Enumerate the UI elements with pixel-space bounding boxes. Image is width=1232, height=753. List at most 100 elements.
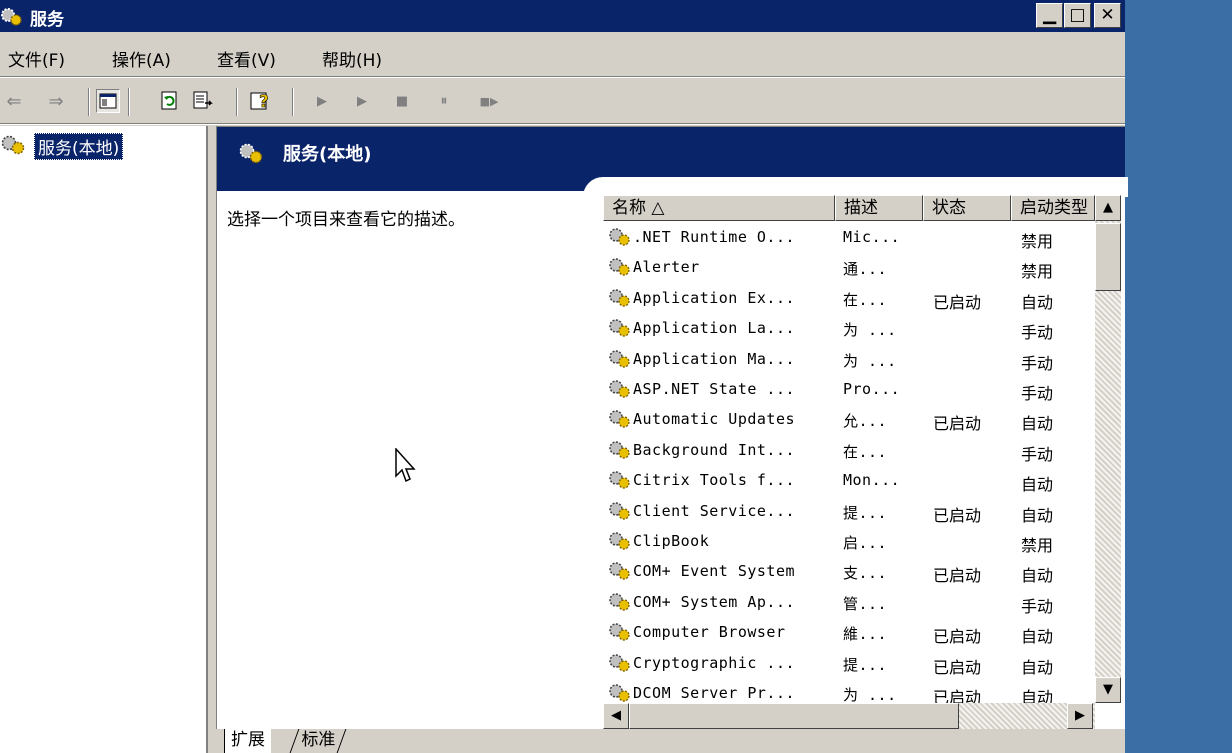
tree-node-services-local[interactable]: 服务(本地) <box>0 133 124 160</box>
scroll-down-button[interactable]: ▼ <box>1095 677 1121 703</box>
table-row[interactable]: Background Int... 在... 手动 <box>603 436 1093 466</box>
table-row[interactable]: .NET Runtime O... Mic... 禁用 <box>603 223 1093 253</box>
service-name: ClipBook <box>633 532 710 550</box>
service-startup-type: 禁用 <box>1021 232 1054 251</box>
service-description: Mon... <box>843 471 901 490</box>
service-gear-icon <box>607 317 633 343</box>
column-header-description[interactable]: 描述 <box>835 195 923 221</box>
service-startup-type: 手动 <box>1021 444 1054 464</box>
service-description: 管... <box>843 594 888 613</box>
service-status: 已启动 <box>933 292 982 312</box>
horizontal-scroll-thumb[interactable] <box>629 703 959 729</box>
tab-standard[interactable]: 标准 <box>289 729 347 753</box>
service-name: .NET Runtime O... <box>633 228 796 246</box>
table-row[interactable]: Application Ex... 在... 已启动 自动 <box>603 284 1093 314</box>
service-name: Client Service... <box>633 501 796 520</box>
service-name: Application Ma... <box>633 349 796 368</box>
service-startup-type: 自动 <box>1021 688 1054 703</box>
start-service-icon[interactable]: ▶ <box>310 89 334 113</box>
table-row[interactable]: Computer Browser 維... 已启动 自动 <box>603 618 1093 648</box>
horizontal-scrollbar[interactable]: ◀ ▶ <box>603 703 1095 729</box>
show-hide-tree-icon[interactable] <box>96 89 120 113</box>
list-header: 名称 △ 描述 状态 启动类型 <box>603 195 1123 221</box>
back-icon[interactable]: ⇐ <box>2 89 26 113</box>
service-startup-type: 禁用 <box>1021 536 1054 555</box>
scroll-left-button[interactable]: ◀ <box>603 703 629 729</box>
table-row[interactable]: Cryptographic ... 提... 已启动 自动 <box>603 649 1093 679</box>
services-gear-icon <box>237 141 265 171</box>
view-tabs: 扩展 标准 <box>216 729 1125 753</box>
table-row[interactable]: Citrix Tools f... Mon... 自动 <box>603 466 1093 496</box>
services-list: 名称 △ 描述 状态 启动类型 .NET Runtime O... Mic... 禁… <box>603 195 1123 729</box>
table-row[interactable]: Automatic Updates 允... 已启动 自动 <box>603 405 1093 435</box>
menu-action[interactable]: 操作(A) <box>112 46 171 71</box>
start-service-alt-icon[interactable]: ▶ <box>350 89 374 113</box>
table-row[interactable]: Application Ma... 为 ... 手动 <box>603 345 1093 375</box>
service-gear-icon <box>607 500 633 526</box>
service-name: COM+ Event System <box>633 562 796 581</box>
menu-separator <box>0 76 1125 78</box>
vertical-scrollbar[interactable]: ▲ ▼ <box>1095 195 1121 703</box>
table-row[interactable]: COM+ System Ap... 管... 手动 <box>603 588 1093 618</box>
service-description: 維... <box>843 625 888 644</box>
banner-title: 服务(本地) <box>283 144 372 165</box>
column-header-name[interactable]: 名称 △ <box>603 195 835 221</box>
service-gear-icon <box>607 226 633 252</box>
service-status: 已启动 <box>933 566 982 586</box>
service-name: Alerter <box>633 258 700 277</box>
service-startup-type: 自动 <box>1021 657 1054 677</box>
column-header-startup-type[interactable]: 启动类型 <box>1011 195 1095 221</box>
service-startup-type: 手动 <box>1021 384 1054 403</box>
service-startup-type: 自动 <box>1021 627 1054 647</box>
minimize-button[interactable]: ▁ <box>1036 3 1063 28</box>
service-status: 已启动 <box>933 657 982 677</box>
minimize-icon: ▁ <box>1042 5 1057 25</box>
service-description: 提... <box>843 503 888 522</box>
service-gear-icon <box>607 256 633 282</box>
service-gear-icon <box>607 591 633 617</box>
service-description: 在... <box>843 442 888 461</box>
title-bar[interactable]: 服务 ▁ □ ✕ <box>0 0 1125 32</box>
service-description: 为 ... <box>843 321 897 340</box>
service-startup-type: 手动 <box>1021 353 1054 373</box>
scroll-right-button[interactable]: ▶ <box>1067 703 1093 729</box>
service-status: 已启动 <box>933 505 982 525</box>
scroll-down-icon: ▼ <box>1103 682 1113 697</box>
column-header-status[interactable]: 状态 <box>923 195 1011 221</box>
stop-service-icon[interactable]: ■ <box>390 89 414 113</box>
window-title: 服务 <box>30 10 64 30</box>
service-description: 为 ... <box>843 351 897 370</box>
tab-extended[interactable]: 扩展 <box>224 729 271 753</box>
service-name: Application Ex... <box>633 288 796 307</box>
tab-standard-label: 标准 <box>301 730 336 750</box>
scroll-up-button[interactable]: ▲ <box>1095 195 1121 221</box>
service-name: DCOM Server Pr... <box>633 684 796 702</box>
export-list-icon[interactable] <box>192 89 216 113</box>
table-row[interactable]: ClipBook 启... 禁用 <box>603 527 1093 557</box>
banner-curve <box>583 177 1128 197</box>
refresh-icon[interactable] <box>158 89 182 113</box>
vertical-scroll-thumb[interactable] <box>1095 223 1121 291</box>
table-row[interactable]: COM+ Event System 支... 已启动 自动 <box>603 557 1093 587</box>
services-gear-icon <box>0 134 28 160</box>
table-row[interactable]: ASP.NET State ... Pro... 手动 <box>603 375 1093 405</box>
menu-help[interactable]: 帮助(H) <box>322 46 382 71</box>
service-gear-icon <box>607 439 633 465</box>
restart-service-icon[interactable]: ■▶ <box>474 89 504 113</box>
services-window: 服务 ▁ □ ✕ 文件(F) 操作(A) 查看(V) 帮助(H) ⇐ ⇒ ? ▶… <box>0 0 1128 753</box>
pause-service-icon[interactable]: ⏸ <box>432 89 456 113</box>
close-button[interactable]: ✕ <box>1094 3 1121 28</box>
table-row[interactable]: Alerter 通... 禁用 <box>603 253 1093 283</box>
table-row[interactable]: Client Service... 提... 已启动 自动 <box>603 497 1093 527</box>
help-icon[interactable]: ? <box>250 89 274 113</box>
menu-view[interactable]: 查看(V) <box>217 46 276 71</box>
service-description: 支... <box>843 564 888 583</box>
service-status: 已启动 <box>933 688 982 703</box>
table-row[interactable]: DCOM Server Pr... 为 ... 已启动 自动 <box>603 679 1093 703</box>
table-row[interactable]: Application La... 为 ... 手动 <box>603 314 1093 344</box>
menu-file[interactable]: 文件(F) <box>8 46 65 71</box>
forward-icon[interactable]: ⇒ <box>44 89 68 113</box>
maximize-button[interactable]: □ <box>1064 3 1091 28</box>
service-name: Automatic Updates <box>633 410 796 429</box>
service-gear-icon <box>607 560 633 586</box>
